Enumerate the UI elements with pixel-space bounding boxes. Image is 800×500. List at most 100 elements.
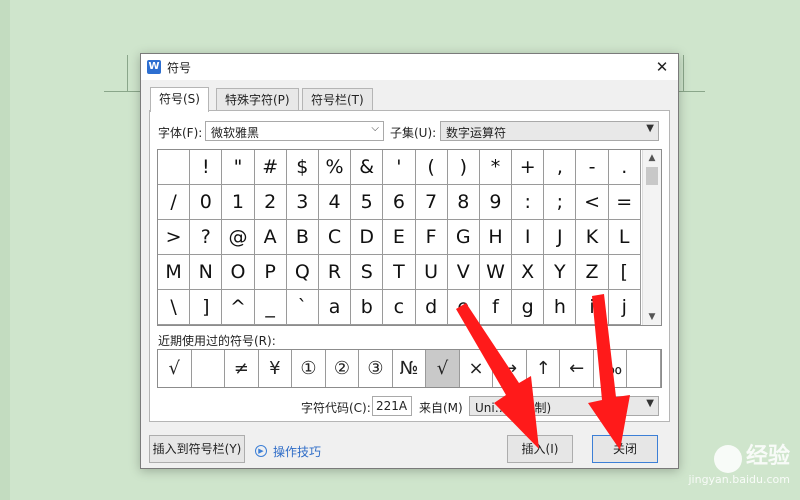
subset-dropdown[interactable]: 数字运算符 ▼: [440, 121, 659, 141]
symbol-cell[interactable]: f: [479, 290, 513, 325]
symbol-cell[interactable]: b: [351, 290, 384, 325]
char-code-input[interactable]: 221A: [372, 396, 412, 416]
symbol-cell[interactable]: ,: [544, 150, 577, 185]
symbol-cell[interactable]: C: [318, 220, 352, 255]
symbol-cell[interactable]: Q: [286, 255, 319, 290]
symbol-cell[interactable]: ^: [222, 290, 255, 325]
tips-link[interactable]: 操作技巧: [273, 443, 321, 460]
symbol-cell[interactable]: +: [512, 150, 545, 185]
recent-symbol-cell[interactable]: ③: [359, 350, 393, 387]
symbol-cell[interactable]: 4: [318, 185, 352, 220]
symbol-cell[interactable]: G: [447, 220, 480, 255]
from-dropdown[interactable]: Uni… 六进制) ▼: [469, 396, 659, 416]
symbol-cell[interactable]: W: [479, 255, 513, 290]
symbol-cell[interactable]: 5: [351, 185, 384, 220]
recent-symbol-cell[interactable]: →: [493, 350, 527, 387]
close-icon[interactable]: ✕: [646, 54, 678, 80]
symbol-cell[interactable]: P: [254, 255, 287, 290]
symbol-cell[interactable]: J: [544, 220, 577, 255]
tab-symbol-bar[interactable]: 符号栏(T): [302, 88, 373, 111]
recent-symbol-cell[interactable]: ②: [326, 350, 360, 387]
recent-symbol-cell[interactable]: ‰: [594, 350, 628, 387]
insert-button[interactable]: 插入(I): [507, 435, 573, 463]
symbol-cell[interactable]: ]: [190, 290, 223, 325]
tab-special-characters[interactable]: 特殊字符(P): [216, 88, 299, 111]
recent-symbol-cell[interactable]: [192, 350, 226, 387]
symbol-cell[interactable]: X: [512, 255, 545, 290]
recent-symbol-cell[interactable]: ↑: [527, 350, 561, 387]
play-circle-icon[interactable]: ▶: [255, 445, 267, 457]
symbol-cell[interactable]: \: [158, 290, 191, 325]
symbol-cell[interactable]: &: [351, 150, 384, 185]
symbol-cell[interactable]: /: [158, 185, 191, 220]
symbol-cell[interactable]: H: [479, 220, 513, 255]
font-dropdown[interactable]: 微软雅黑 ⌵: [205, 121, 384, 141]
recent-symbol-cell[interactable]: №: [393, 350, 427, 387]
symbol-cell[interactable]: V: [447, 255, 480, 290]
symbol-cell[interactable]: D: [351, 220, 384, 255]
symbol-cell[interactable]: >: [158, 220, 191, 255]
symbol-cell[interactable]: [: [608, 255, 641, 290]
symbol-cell[interactable]: d: [415, 290, 448, 325]
symbol-cell[interactable]: (: [415, 150, 448, 185]
symbol-cell[interactable]: i: [576, 290, 609, 325]
symbol-cell[interactable]: I: [512, 220, 545, 255]
symbol-cell[interactable]: $: [286, 150, 319, 185]
recent-symbol-cell[interactable]: ×: [460, 350, 494, 387]
symbol-cell[interactable]: c: [383, 290, 416, 325]
symbol-cell[interactable]: R: [318, 255, 352, 290]
symbol-cell[interactable]: 7: [415, 185, 448, 220]
symbol-cell[interactable]: Z: [576, 255, 609, 290]
symbol-cell[interactable]: .: [608, 150, 641, 185]
symbol-cell[interactable]: Y: [544, 255, 577, 290]
symbol-cell[interactable]: 0: [190, 185, 223, 220]
symbol-cell[interactable]: 3: [286, 185, 319, 220]
tab-symbols[interactable]: 符号(S): [150, 87, 209, 112]
recent-symbol-cell[interactable]: ①: [292, 350, 326, 387]
symbol-cell[interactable]: _: [254, 290, 287, 325]
symbol-cell[interactable]: O: [222, 255, 255, 290]
symbol-cell[interactable]: 2: [254, 185, 287, 220]
recent-symbol-cell[interactable]: [627, 350, 661, 387]
scroll-thumb[interactable]: [646, 167, 658, 185]
symbol-cell[interactable]: S: [351, 255, 384, 290]
scroll-down-icon[interactable]: ▼: [643, 309, 661, 325]
recent-symbol-cell[interactable]: ¥: [259, 350, 293, 387]
symbol-cell[interactable]: A: [254, 220, 287, 255]
symbol-cell[interactable]: a: [318, 290, 352, 325]
recent-symbol-cell[interactable]: ≠: [225, 350, 259, 387]
symbol-cell[interactable]: 9: [479, 185, 513, 220]
symbol-cell[interactable]: E: [383, 220, 416, 255]
insert-to-symbol-bar-button[interactable]: 插入到符号栏(Y): [149, 435, 245, 463]
symbol-grid-scrollbar[interactable]: ▲ ▼: [642, 150, 661, 325]
symbol-cell[interactable]: j: [608, 290, 641, 325]
symbol-cell[interactable]: #: [254, 150, 287, 185]
symbol-cell[interactable]: @: [222, 220, 255, 255]
symbol-cell[interactable]: e: [447, 290, 480, 325]
close-button[interactable]: 关闭: [592, 435, 658, 463]
symbol-cell[interactable]: *: [479, 150, 513, 185]
recent-symbol-cell[interactable]: ←: [560, 350, 594, 387]
symbol-cell[interactable]: T: [383, 255, 416, 290]
symbol-cell[interactable]: ;: [544, 185, 577, 220]
symbol-cell[interactable]: N: [190, 255, 223, 290]
symbol-cell[interactable]: ?: [190, 220, 223, 255]
symbol-cell[interactable]: ": [222, 150, 255, 185]
symbol-cell[interactable]: K: [576, 220, 609, 255]
symbol-cell[interactable]: B: [286, 220, 319, 255]
symbol-cell[interactable]: ): [447, 150, 480, 185]
symbol-cell[interactable]: ': [383, 150, 416, 185]
symbol-cell[interactable]: =: [608, 185, 641, 220]
symbol-cell[interactable]: M: [158, 255, 191, 290]
symbol-cell[interactable]: !: [190, 150, 223, 185]
symbol-cell[interactable]: 8: [447, 185, 480, 220]
scroll-up-icon[interactable]: ▲: [643, 150, 661, 166]
symbol-cell[interactable]: [158, 150, 191, 185]
symbol-cell[interactable]: L: [608, 220, 641, 255]
symbol-cell[interactable]: 6: [383, 185, 416, 220]
symbol-cell[interactable]: `: [286, 290, 319, 325]
symbol-cell[interactable]: h: [544, 290, 577, 325]
recent-symbol-cell[interactable]: √: [158, 350, 192, 387]
symbol-cell[interactable]: U: [415, 255, 448, 290]
symbol-cell[interactable]: F: [415, 220, 448, 255]
